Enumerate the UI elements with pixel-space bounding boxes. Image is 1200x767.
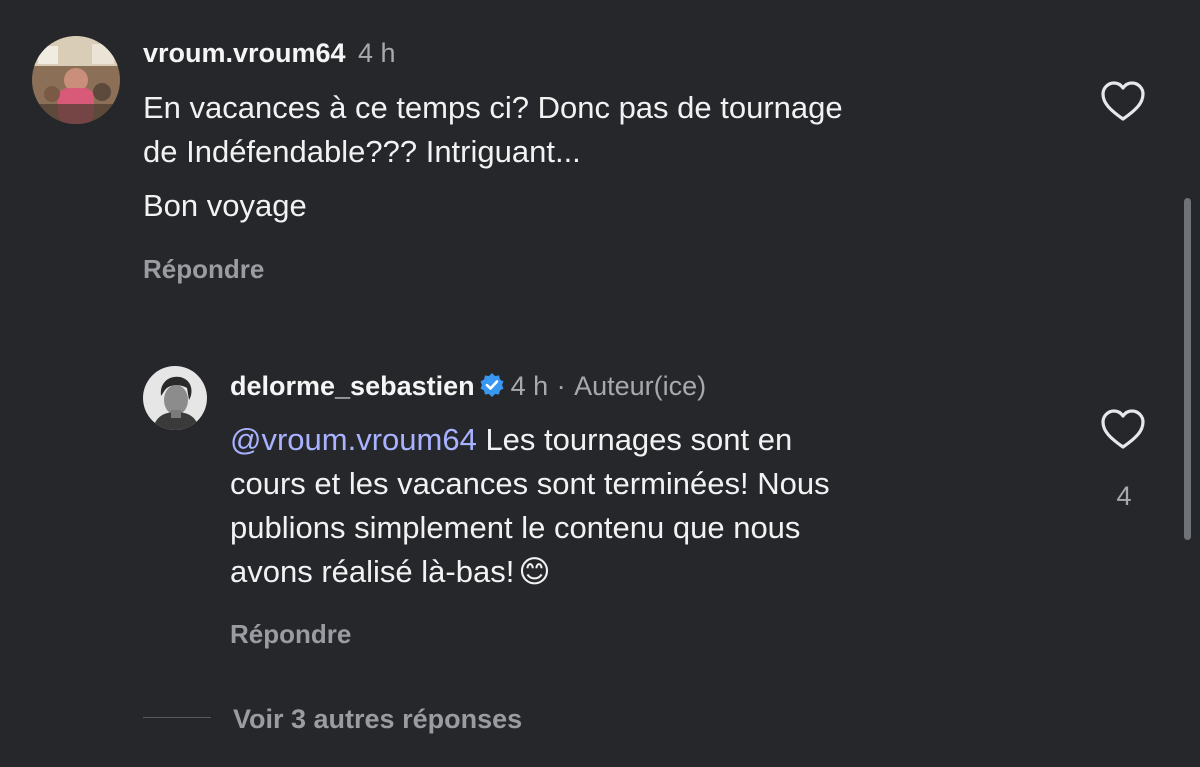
scrollbar-thumb[interactable]: [1184, 198, 1191, 540]
reply-text-line-4: avons réalisé là-bas! 😊: [230, 550, 551, 594]
reply-username[interactable]: delorme_sebastien: [230, 371, 475, 401]
heart-outline-icon[interactable]: [1100, 80, 1146, 122]
comment-reply-button[interactable]: Répondre: [143, 254, 264, 285]
reply-text-line-3: publions simplement le contenu que nous: [230, 510, 801, 545]
comment-time: 4 h: [358, 38, 396, 68]
heart-outline-icon[interactable]: [1100, 408, 1146, 450]
smiling-face-emoji: 😊: [518, 554, 551, 589]
comment-username[interactable]: vroum.vroum64: [143, 38, 346, 68]
reply-reply-button[interactable]: Répondre: [230, 619, 351, 650]
view-more-replies-button[interactable]: Voir 3 autres réponses: [233, 704, 522, 735]
reply-text-line-1: @vroum.vroum64 Les tournages sont en: [230, 418, 792, 462]
comment-text-line-2: de Indéfendable??? Intriguant...: [143, 134, 581, 169]
comment-text-line-1: En vacances à ce temps ci? Donc pas de t…: [143, 90, 843, 125]
mention-link[interactable]: @vroum.vroum64: [230, 422, 477, 457]
verified-badge-icon: [479, 372, 505, 398]
user-avatar-vroum[interactable]: [32, 36, 120, 124]
meta-separator: ·: [556, 371, 566, 401]
user-avatar-delorme[interactable]: [143, 366, 207, 430]
author-badge: Auteur(ice): [574, 371, 707, 401]
reply-header: delorme_sebastien 4 h · Auteur(ice): [230, 371, 706, 402]
reply-text-segment-4: avons réalisé là-bas!: [230, 554, 515, 589]
reply-text-segment: Les tournages sont en: [476, 422, 793, 457]
comment-header: vroum.vroum64 4 h: [143, 38, 396, 69]
reply-like-count[interactable]: 4: [1112, 481, 1136, 512]
thread-divider-line: [143, 717, 211, 718]
reply-text-line-2: cours et les vacances sont terminées! No…: [230, 466, 830, 501]
reply-time: 4 h: [510, 371, 549, 401]
comments-panel: vroum.vroum64 4 h En vacances à ce temps…: [0, 0, 1200, 767]
comment-text-line-3: Bon voyage: [143, 188, 307, 223]
